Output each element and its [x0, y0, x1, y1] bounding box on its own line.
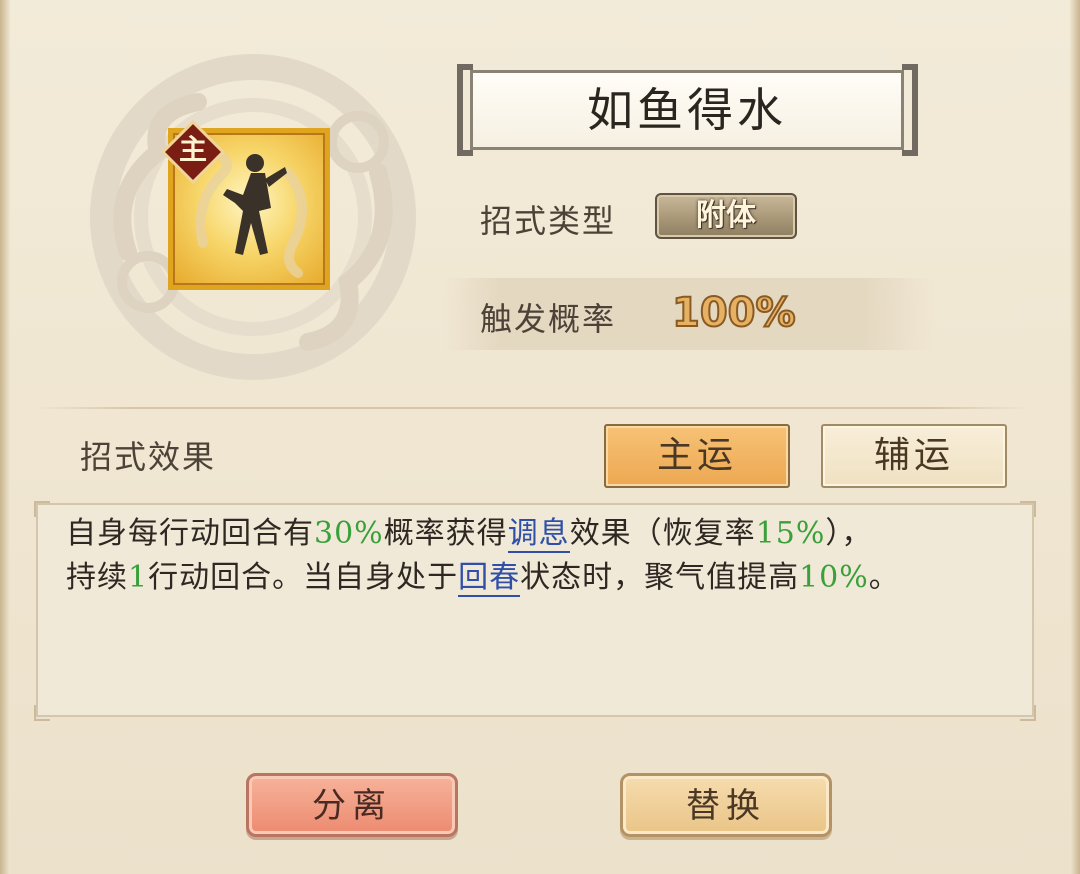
rate-label: 触发概率 [480, 300, 617, 338]
status-keyword-link[interactable]: 回春 [458, 560, 521, 597]
skill-detail-panel: 主 如鱼得水 招式类型 附体 触发概率 100% 招式效果 主运 辅运 自身每行… [0, 0, 1080, 874]
highlight-value: 30% [314, 516, 384, 551]
skill-title: 如鱼得水 [587, 83, 787, 137]
description-text: 效果（恢复率 [569, 516, 756, 551]
panel-frame-left [0, 0, 10, 874]
description-text: 。 [868, 560, 900, 595]
desc-corner-tr [1020, 501, 1036, 517]
main-badge-label: 主 [178, 133, 207, 166]
description-text: 行动回合。当自身处于 [148, 560, 459, 595]
highlight-value: 15% [755, 516, 826, 551]
desc-corner-tl [34, 501, 50, 517]
description-text: 自身每行动回合有 [66, 516, 314, 551]
effect-line-2: 持续1行动回合。当自身处于回春状态时，聚气值提高10%。 [66, 556, 1006, 600]
tab-sub-effect[interactable]: 辅运 [821, 424, 1007, 488]
panel-frame-right [1070, 0, 1080, 874]
tab-main-effect[interactable]: 主运 [604, 424, 790, 488]
effect-section-label: 招式效果 [80, 438, 217, 476]
rate-value: 100% [671, 289, 797, 337]
type-value-badge: 附体 [655, 193, 797, 239]
status-keyword-link[interactable]: 调息 [507, 516, 570, 553]
description-text: 持续 [66, 560, 128, 595]
highlight-value: 1 [128, 560, 149, 595]
description-text: 状态时，聚气值提高 [520, 560, 800, 595]
description-text: ）， [825, 516, 873, 551]
highlight-value: 10% [799, 560, 869, 595]
detach-button[interactable]: 分离 [246, 773, 458, 837]
desc-corner-br [1020, 705, 1036, 721]
replace-button[interactable]: 替换 [620, 773, 832, 837]
type-label: 招式类型 [480, 202, 617, 240]
effect-description: 自身每行动回合有30%概率获得调息效果（恢复率15%）， 持续1行动回合。当自身… [66, 512, 1006, 600]
description-text: 概率获得 [383, 516, 508, 551]
section-divider [34, 407, 1030, 409]
title-bracket-right [902, 64, 918, 156]
effect-line-1: 自身每行动回合有30%概率获得调息效果（恢复率15%）， [66, 512, 1006, 556]
desc-corner-bl [34, 705, 50, 721]
